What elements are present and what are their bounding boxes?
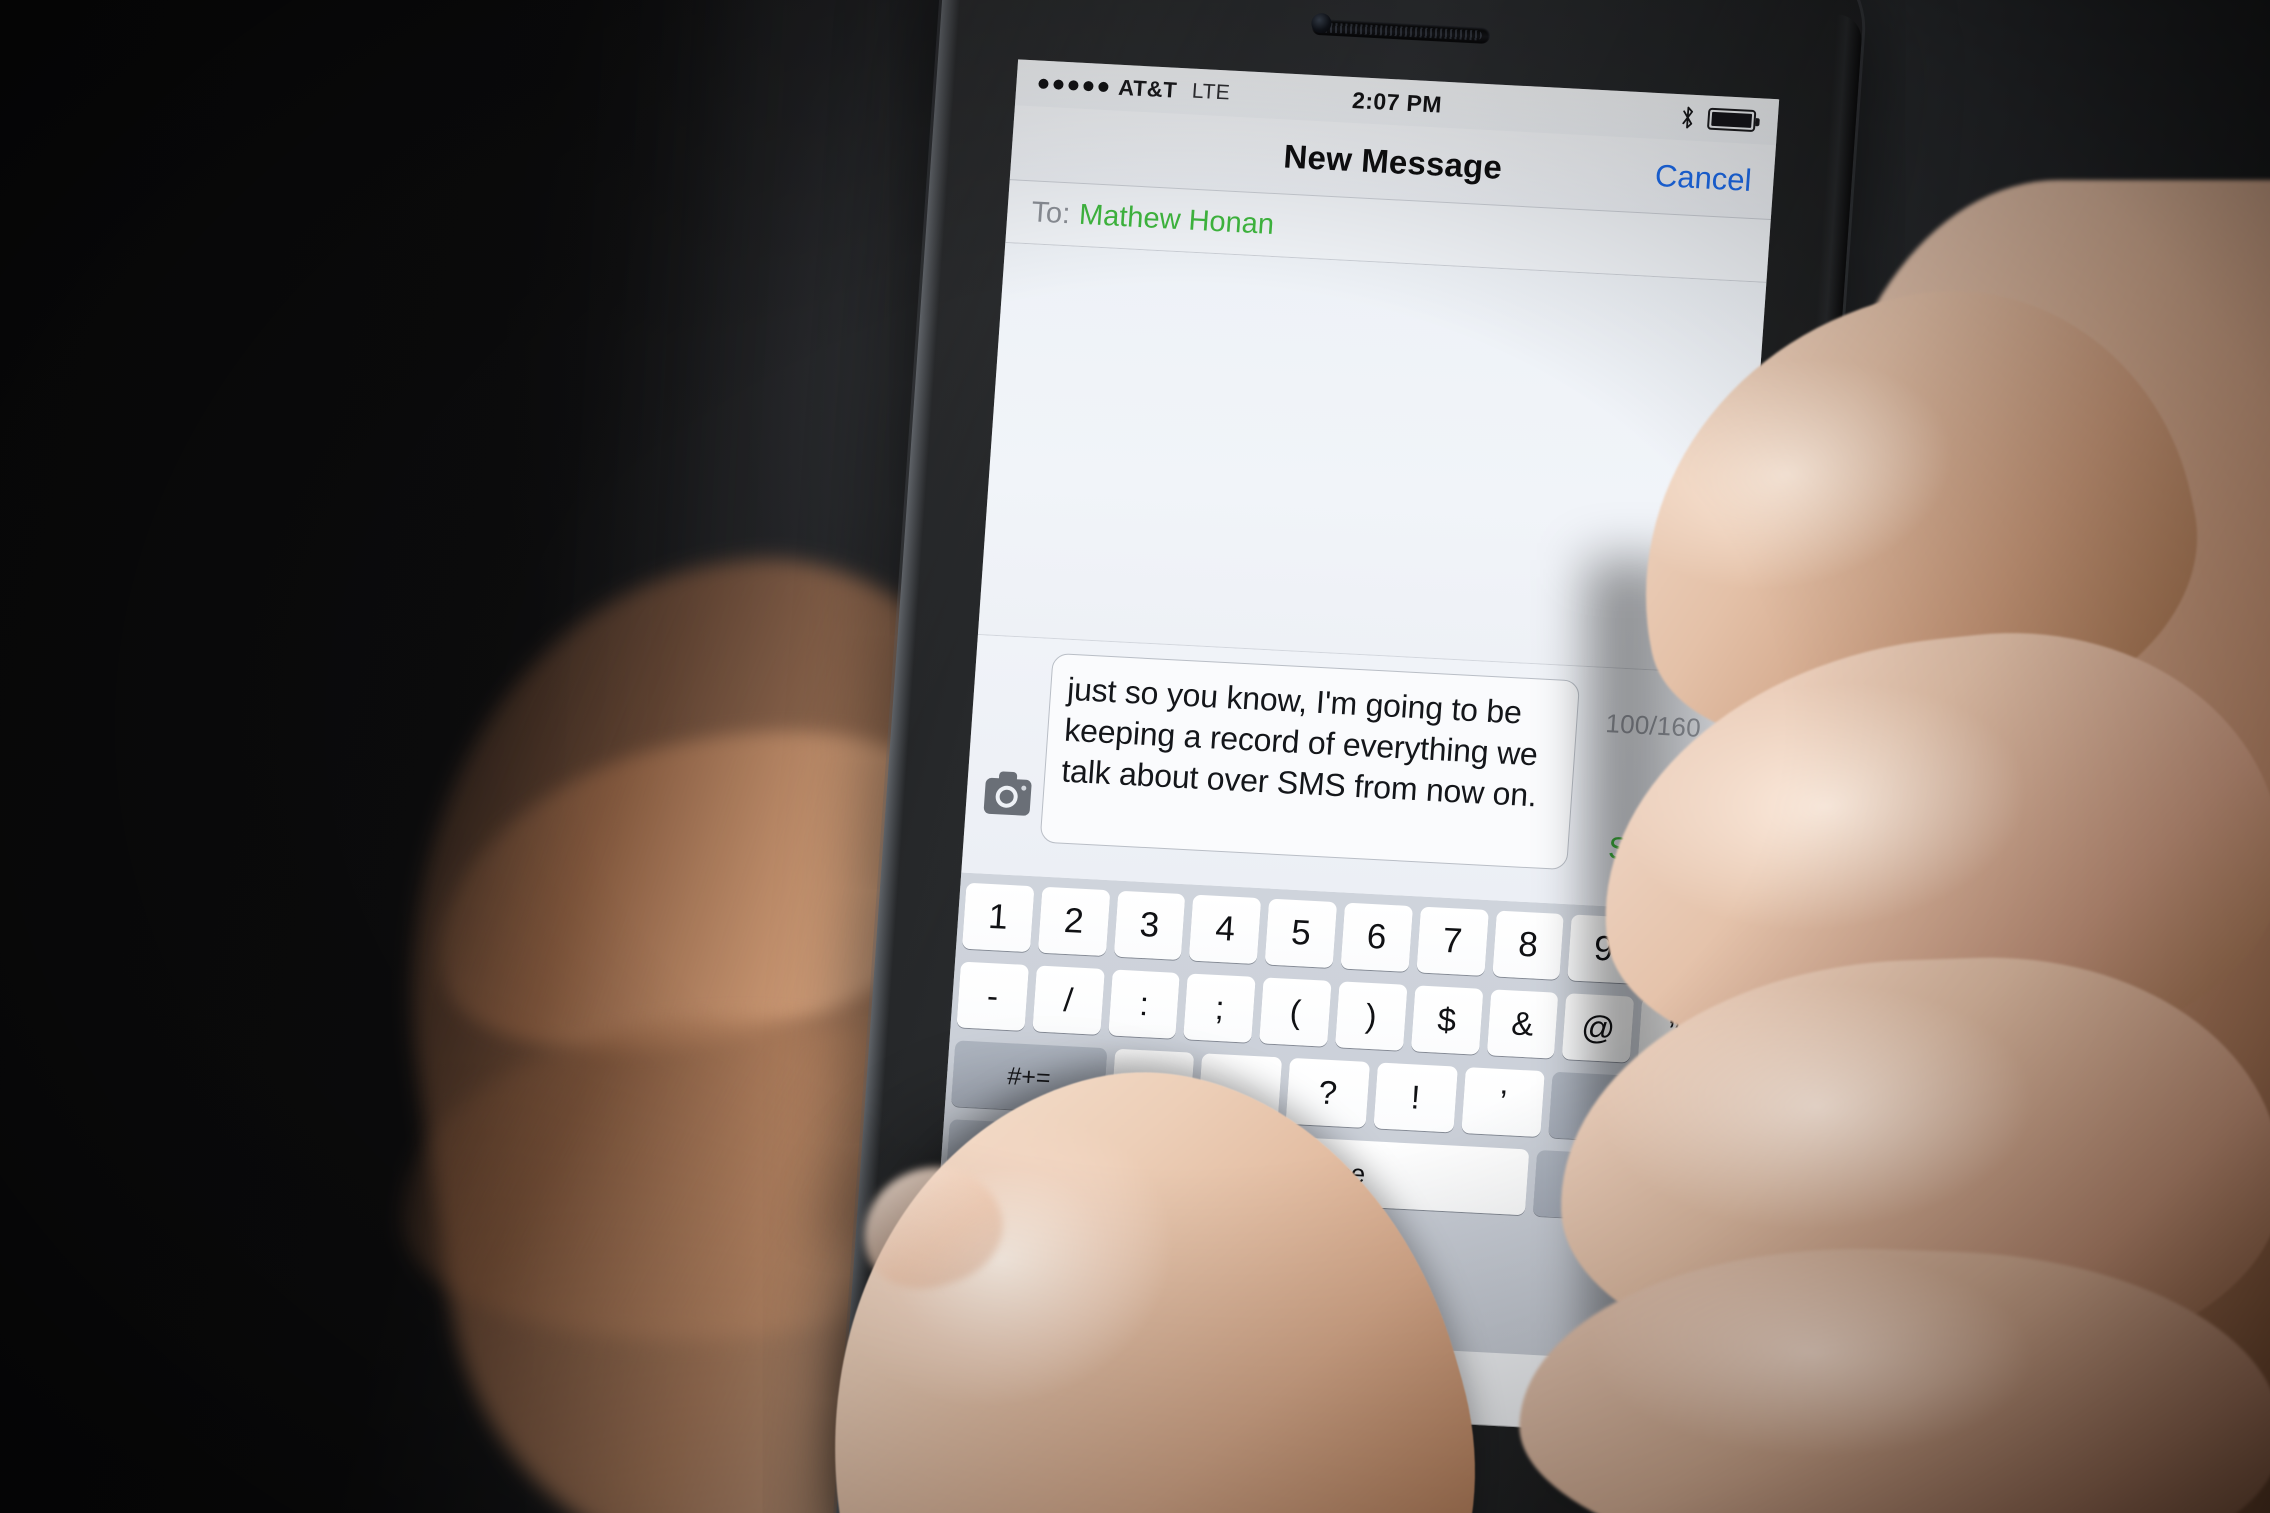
phone-screen: AT&T LTE 2:07 PM New Message Cancel To:: [924, 59, 1780, 1437]
key-paren-open[interactable]: (: [1259, 977, 1332, 1047]
key-comma[interactable]: ,: [1197, 1053, 1283, 1124]
emoji-icon[interactable]: 😊: [1038, 1124, 1129, 1195]
battery-icon: [1706, 107, 1757, 133]
message-input-value: just so you know, I'm going to be keepin…: [1060, 670, 1539, 814]
key-abc-toggle[interactable]: ABC: [945, 1119, 1036, 1190]
key-6[interactable]: 6: [1340, 902, 1413, 972]
key-0[interactable]: 0: [1643, 918, 1716, 988]
key-2[interactable]: 2: [1037, 886, 1111, 957]
smartphone-device: AT&T LTE 2:07 PM New Message Cancel To:: [828, 0, 1868, 1513]
network-type: LTE: [1191, 79, 1231, 105]
key-7[interactable]: 7: [1416, 906, 1489, 976]
camera-flash-dot: [1021, 785, 1027, 791]
carrier-name: AT&T: [1117, 74, 1178, 103]
key-space[interactable]: space: [1132, 1128, 1530, 1216]
on-screen-keyboard[interactable]: 1 2 3 4 5 6 7 8 9 0 - / : ; ( ) $ & @ ” …: [929, 872, 1723, 1364]
key-colon[interactable]: :: [1107, 969, 1181, 1039]
key-dollar[interactable]: $: [1410, 985, 1484, 1055]
photo-scene: AT&T LTE 2:07 PM New Message Cancel To:: [0, 0, 2270, 1513]
hand-palm-right: [1820, 180, 2270, 1513]
key-semicolon[interactable]: ;: [1183, 973, 1256, 1043]
key-4[interactable]: 4: [1189, 894, 1262, 965]
key-quote[interactable]: ”: [1637, 997, 1711, 1067]
compose-right-column: 100/160 Send: [1579, 681, 1720, 877]
backspace-icon[interactable]: ⌫: [1548, 1071, 1705, 1146]
camera-icon[interactable]: [983, 777, 1032, 816]
earpiece-speaker-icon: [1311, 18, 1491, 45]
send-button[interactable]: Send: [1607, 830, 1682, 870]
key-ampersand[interactable]: &: [1486, 989, 1559, 1059]
key-at[interactable]: @: [1562, 993, 1635, 1063]
message-input[interactable]: just so you know, I'm going to be keepin…: [1039, 652, 1581, 871]
bluetooth-icon: [1682, 106, 1694, 129]
compose-row: just so you know, I'm going to be keepin…: [982, 650, 1720, 878]
key-exclamation[interactable]: !: [1373, 1062, 1458, 1133]
status-bar-left: AT&T LTE: [1038, 71, 1231, 107]
key-return[interactable]: return: [1532, 1149, 1700, 1225]
character-counter: 100/160: [1604, 708, 1702, 743]
key-8[interactable]: 8: [1491, 910, 1565, 980]
key-apostrophe[interactable]: ’: [1460, 1067, 1546, 1138]
key-hyphen[interactable]: -: [956, 961, 1029, 1031]
key-9[interactable]: 9: [1567, 914, 1640, 984]
key-symbols-toggle[interactable]: #+=: [950, 1040, 1107, 1115]
key-paren-close[interactable]: ): [1334, 981, 1408, 1051]
cancel-button[interactable]: Cancel: [1654, 158, 1753, 199]
key-5[interactable]: 5: [1264, 898, 1338, 968]
key-period[interactable]: .: [1110, 1048, 1195, 1119]
status-bar-right: [1679, 105, 1757, 133]
key-question[interactable]: ?: [1285, 1057, 1370, 1128]
key-1[interactable]: 1: [961, 882, 1035, 953]
recipient-label: To:: [1030, 195, 1072, 230]
conversation-area: [977, 242, 1767, 675]
recipient-value[interactable]: Mathew Honan: [1078, 198, 1275, 241]
key-3[interactable]: 3: [1113, 890, 1186, 961]
key-slash[interactable]: /: [1032, 965, 1105, 1035]
page-title: New Message: [1282, 137, 1504, 186]
compose-bar: just so you know, I'm going to be keepin…: [961, 635, 1739, 913]
signal-strength-dots-icon: [1038, 78, 1109, 93]
